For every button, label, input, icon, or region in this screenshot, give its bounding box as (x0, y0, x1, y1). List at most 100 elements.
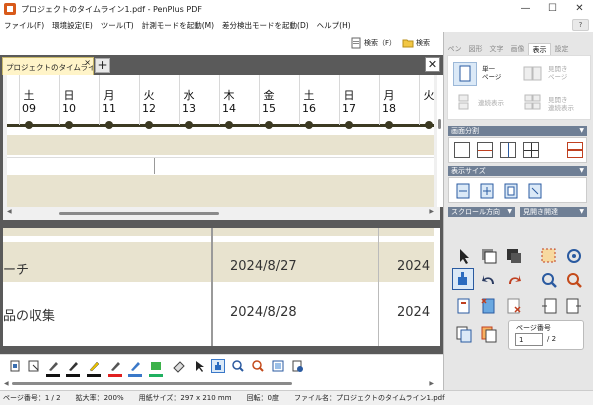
insert-page-icon[interactable] (454, 296, 474, 316)
menu-help[interactable]: ヘルプ(H) (313, 20, 355, 31)
scroll-direction-dropdown[interactable]: スクロール方向 ▼ (448, 207, 515, 217)
split-vertical-button[interactable] (500, 142, 516, 158)
spread-page-icon[interactable] (522, 64, 544, 86)
menu-preferences[interactable]: 環境設定(E) (48, 20, 97, 31)
folder-search-button[interactable]: 検索 (402, 37, 430, 49)
date-cell: 2024/8/28 (230, 305, 297, 320)
menu-measure-mode[interactable]: 計測モードを起動(M) (138, 20, 218, 31)
fit-width-icon[interactable] (455, 183, 471, 201)
select-page-icon[interactable] (27, 359, 41, 373)
select-arrow-icon[interactable] (454, 246, 474, 266)
vertical-scrollbar[interactable] (434, 228, 440, 346)
split-view-header[interactable]: 画面分割 ▼ (448, 126, 587, 136)
pane-splitter[interactable] (0, 220, 443, 228)
search-label: 検索（F） (364, 39, 397, 47)
zoom-out-icon[interactable] (251, 359, 265, 373)
menu-diff-mode[interactable]: 差分検出モードを起動(D) (218, 20, 313, 31)
lower-view-pane[interactable]: ーチ 2024/8/27 2024 品の収集 2024/8/28 2024 (0, 228, 443, 354)
remove-page-icon[interactable] (504, 296, 524, 316)
custom-size-icon[interactable] (527, 183, 543, 201)
horizontal-scrollbar[interactable]: ◀ ▶ (4, 380, 434, 388)
timeline-marker (145, 121, 153, 129)
display-size-header[interactable]: 表示サイズ ▼ (448, 166, 587, 176)
scroll-left-icon[interactable]: ◀ (7, 208, 12, 215)
help-button[interactable]: ? (572, 19, 589, 31)
layer-icon[interactable] (504, 246, 524, 266)
split-horizontal-button[interactable] (477, 142, 493, 158)
tab-text[interactable]: 文字 (486, 43, 507, 55)
close-document-button[interactable]: ✕ (425, 57, 440, 72)
hand-tool-icon[interactable] (452, 268, 474, 290)
scroll-right-icon[interactable]: ▶ (429, 208, 434, 215)
delete-page-icon[interactable] (479, 296, 499, 316)
tab-settings[interactable]: 設定 (551, 43, 572, 55)
rect-select-icon[interactable] (479, 246, 499, 266)
pen-black-icon[interactable] (46, 359, 60, 373)
pen-red-icon[interactable] (108, 359, 122, 373)
menu-tools[interactable]: ツール(T) (97, 20, 138, 31)
marker-blue-icon[interactable] (128, 359, 142, 373)
close-button[interactable]: ✕ (566, 0, 593, 18)
continuous-icon[interactable] (456, 94, 472, 112)
fit-page-size-icon[interactable] (479, 183, 495, 201)
hand-tool-icon[interactable] (211, 359, 225, 373)
page-icon[interactable] (8, 359, 22, 373)
zoom-in-icon[interactable] (231, 359, 245, 373)
split-quad-button[interactable] (523, 142, 539, 158)
chevron-down-icon: ▼ (579, 127, 584, 134)
zoom-out-icon[interactable] (564, 270, 584, 290)
row-separator (154, 158, 155, 174)
add-tab-button[interactable]: + (95, 58, 110, 73)
day-date: 15 (262, 102, 276, 115)
scroll-thumb[interactable] (12, 382, 292, 385)
chevron-down-icon: ▼ (507, 208, 512, 215)
prev-page-icon[interactable] (539, 296, 559, 316)
day-of-week: 日 (343, 89, 355, 102)
tab-shape[interactable]: 図形 (465, 43, 486, 55)
scroll-left-icon[interactable]: ◀ (4, 380, 9, 387)
page-number-input[interactable]: 1 (515, 333, 543, 346)
minimize-button[interactable]: — (512, 0, 539, 18)
eraser-icon[interactable] (172, 359, 186, 373)
search-doc-icon (350, 37, 362, 49)
zoom-in-icon[interactable] (539, 270, 559, 290)
menu-file[interactable]: ファイル(F) (0, 20, 48, 31)
timeline-day: 木 14 (209, 89, 249, 115)
search-button[interactable]: 検索（F） (350, 37, 396, 49)
export-pages-icon[interactable] (479, 324, 499, 344)
upper-view-pane[interactable]: 土 09 日 10 月 11 火 12 水 13 木 14 金 15 土 16 日 17 月 18 火 ◀ ▶ (0, 75, 443, 220)
redo-icon[interactable] (504, 270, 524, 290)
marker-green-icon[interactable] (149, 359, 163, 373)
split-none-button[interactable] (454, 142, 470, 158)
scroll-right-icon[interactable]: ▶ (429, 380, 434, 387)
split-edit-button[interactable] (567, 142, 583, 158)
scroll-thumb[interactable] (438, 119, 441, 129)
timeline-day: 土 16 (289, 89, 329, 115)
undo-icon[interactable] (479, 270, 499, 290)
timeline-day: 日 17 (329, 89, 369, 115)
fit-page-icon[interactable] (271, 359, 285, 373)
next-page-icon[interactable] (564, 296, 584, 316)
page-pin-icon[interactable] (290, 359, 304, 373)
horizontal-scrollbar[interactable]: ◀ ▶ (7, 208, 434, 216)
tab-pen[interactable]: ペン (444, 43, 465, 55)
maximize-button[interactable]: ☐ (539, 0, 566, 18)
scroll-thumb[interactable] (59, 212, 219, 215)
tab-view[interactable]: 表示 (528, 43, 551, 55)
spread-continuous-icon[interactable] (524, 94, 542, 112)
document-tab[interactable]: プロジェクトのタイムライン1 × (2, 57, 94, 75)
pen-black2-icon[interactable] (66, 359, 80, 373)
copy-pages-icon[interactable] (454, 324, 474, 344)
timeline-marker (225, 121, 233, 129)
crop-icon[interactable] (539, 246, 559, 266)
page-total: / 2 (547, 335, 557, 343)
target-icon[interactable] (564, 246, 584, 266)
tab-close-icon[interactable]: × (84, 58, 91, 67)
highlighter-yellow-icon[interactable] (87, 359, 101, 373)
actual-size-icon[interactable] (503, 183, 519, 201)
spread-open-dropdown[interactable]: 見開き開達 ▼ (520, 207, 587, 217)
single-page-button[interactable] (453, 62, 477, 86)
spread-open-label: 見開き開達 (523, 208, 558, 216)
pointer-icon[interactable] (192, 359, 206, 373)
tab-image[interactable]: 画像 (507, 43, 528, 55)
